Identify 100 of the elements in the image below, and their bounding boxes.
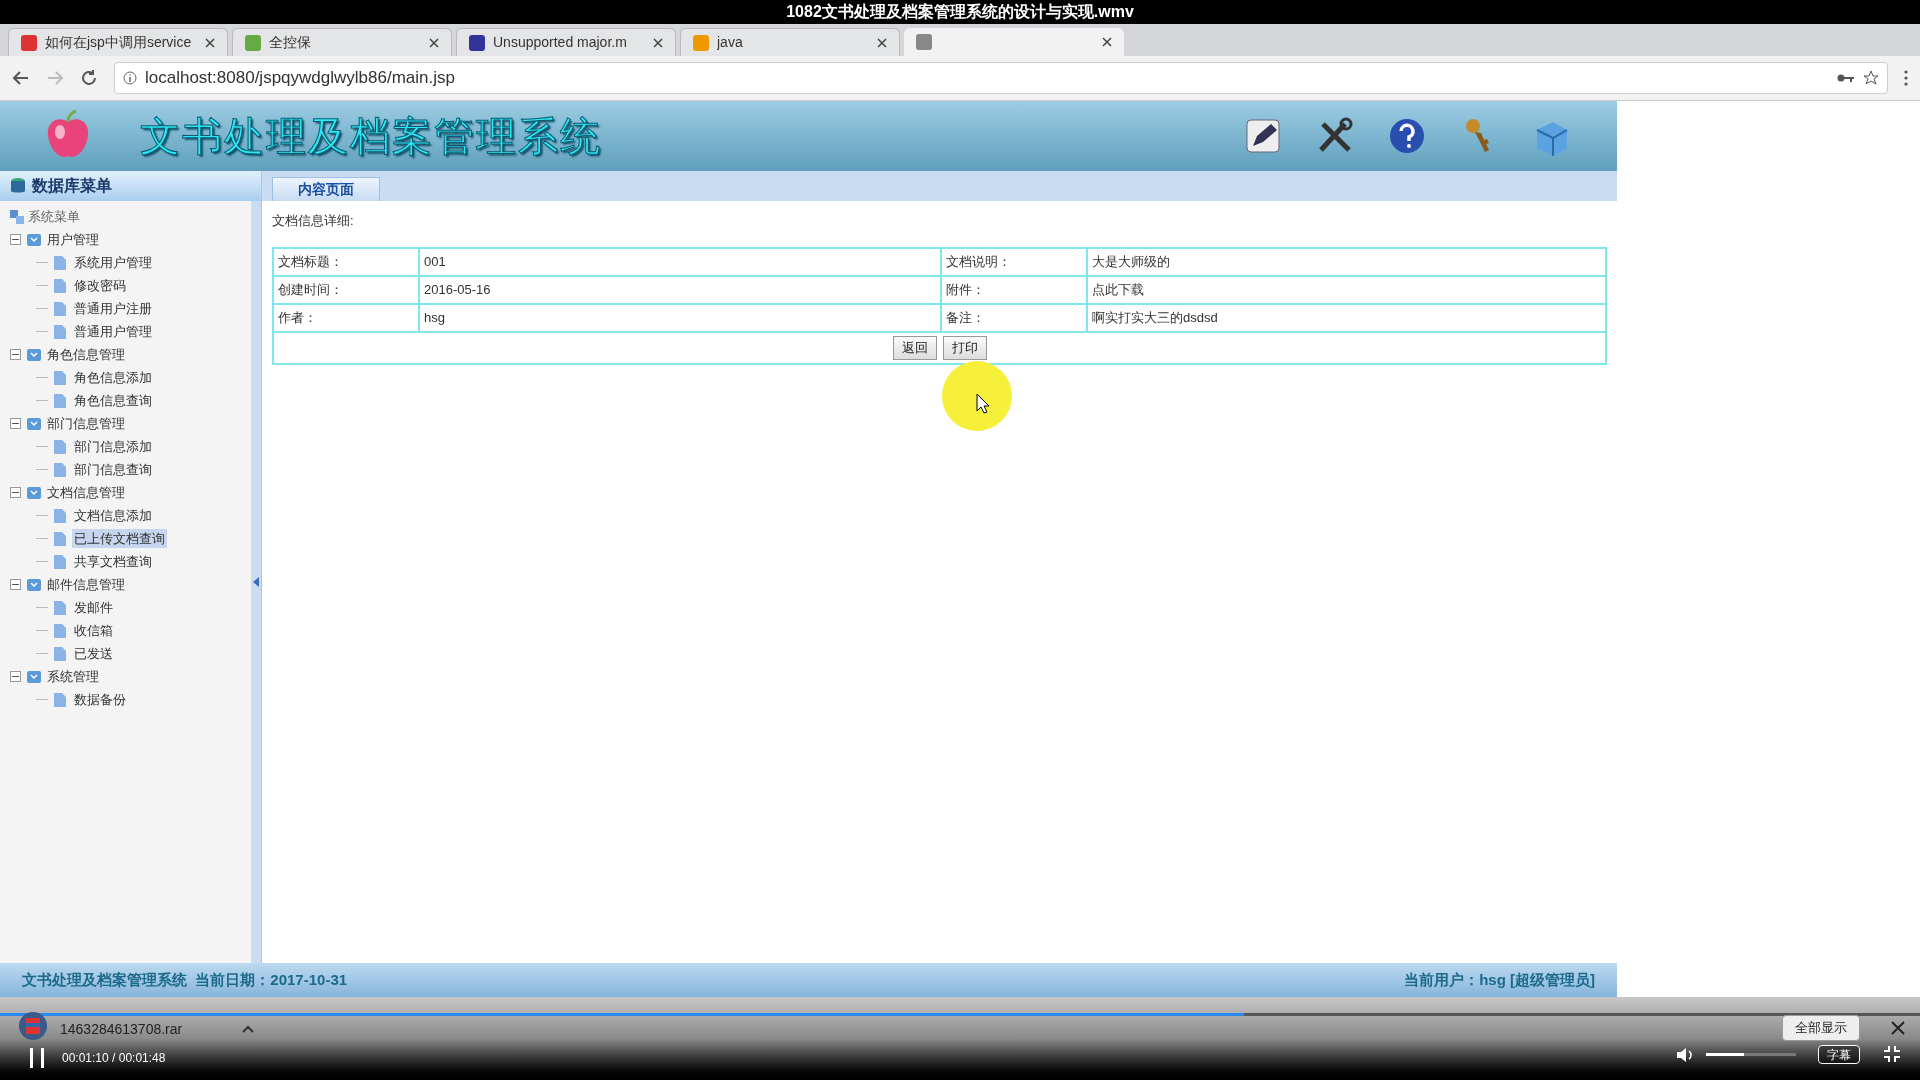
favicon-icon — [245, 34, 261, 51]
tree-item[interactable]: 收信箱 — [72, 620, 115, 641]
table-cell: 点此下载 — [1087, 275, 1606, 304]
star-icon[interactable] — [1863, 70, 1879, 86]
tree-item[interactable]: 已上传文档查询 — [72, 528, 167, 549]
edit-icon[interactable] — [1243, 116, 1283, 156]
page-icon — [54, 301, 66, 316]
tree-item[interactable]: 系统用户管理 — [72, 252, 154, 273]
tree-item[interactable]: 数据备份 — [72, 689, 128, 710]
url-text: localhost:8080/jspqywdglwylb86/main.jsp — [145, 67, 455, 90]
folder-icon — [27, 417, 41, 430]
tree-item[interactable]: 共享文档查询 — [72, 551, 154, 572]
page-icon — [54, 278, 66, 293]
close-icon[interactable] — [1891, 1021, 1905, 1035]
tree-item[interactable]: 部门信息查询 — [72, 459, 154, 480]
page-icon — [54, 692, 66, 707]
browser-tab[interactable]: 全控保 — [232, 28, 452, 56]
volume-icon[interactable] — [1676, 1047, 1694, 1063]
tree-item[interactable]: 普通用户管理 — [72, 321, 154, 342]
page-icon — [54, 646, 66, 661]
field-label: 备注： — [941, 303, 1087, 332]
close-icon[interactable] — [877, 37, 887, 48]
close-icon[interactable] — [1102, 37, 1112, 47]
folder-icon — [27, 348, 41, 361]
tab-title: java — [717, 33, 744, 52]
print-button[interactable]: 打印 — [942, 335, 987, 360]
tab-title: 全控保 — [269, 33, 312, 52]
page-icon — [54, 462, 66, 477]
page-icon — [54, 370, 66, 385]
exit-fullscreen-icon[interactable] — [1884, 1046, 1900, 1062]
help-icon[interactable] — [1387, 116, 1427, 156]
tree-group[interactable]: 角色信息管理 — [47, 344, 125, 365]
close-icon[interactable] — [205, 37, 215, 48]
tree-item[interactable]: 已发送 — [72, 643, 115, 664]
section-title: 文档信息详细: — [272, 212, 355, 230]
field-label: 文档标题： — [273, 247, 419, 276]
tab-title: Unsupported major.m — [493, 33, 628, 52]
page-icon — [54, 531, 66, 546]
current-user-text: 当前用户：hsg [超级管理员] — [1404, 969, 1595, 990]
collapse-icon[interactable] — [10, 234, 21, 245]
status-text: 文书处理及档案管理系统 当前日期：2017-10-31 — [22, 969, 348, 990]
chevron-up-icon[interactable] — [242, 1025, 254, 1033]
collapse-icon[interactable] — [10, 579, 21, 590]
field-label: 附件： — [941, 275, 1087, 304]
close-icon[interactable] — [429, 37, 439, 48]
page-icon — [54, 393, 66, 408]
table-cell: 001 — [419, 247, 941, 276]
tree-item[interactable]: 普通用户注册 — [72, 298, 154, 319]
key-icon[interactable] — [1837, 72, 1855, 84]
content-tab[interactable]: 内容页面 — [272, 177, 380, 201]
table-cell: 2016-05-16 — [419, 275, 941, 304]
field-label: 文档说明： — [941, 247, 1087, 276]
favicon-icon — [693, 34, 709, 51]
video-time: 00:01:10 / 00:01:48 — [62, 1050, 166, 1067]
tree-group[interactable]: 部门信息管理 — [47, 413, 125, 434]
collapse-icon[interactable] — [10, 671, 21, 682]
address-bar[interactable]: localhost:8080/jspqywdglwylb86/main.jsp — [114, 62, 1888, 94]
tree-item[interactable]: 系统菜单 — [28, 206, 80, 227]
favicon-icon — [21, 34, 37, 51]
folder-icon — [27, 486, 41, 499]
tree-item[interactable]: 文档信息添加 — [72, 505, 154, 526]
tree-group[interactable]: 文档信息管理 — [47, 482, 125, 503]
folder-tree-icon — [10, 209, 24, 224]
collapse-icon[interactable] — [10, 349, 21, 360]
app-title: 文书处理及档案管理系统 — [140, 112, 602, 161]
page-icon — [54, 255, 66, 270]
collapse-icon[interactable] — [10, 487, 21, 498]
collapse-icon[interactable] — [10, 418, 21, 429]
folder-icon — [27, 578, 41, 591]
close-icon[interactable] — [653, 37, 663, 48]
tree-group[interactable]: 用户管理 — [47, 229, 99, 250]
tree-item[interactable]: 角色信息添加 — [72, 367, 154, 388]
tree-group[interactable]: 系统管理 — [47, 666, 99, 687]
tree-item[interactable]: 部门信息添加 — [72, 436, 154, 457]
download-filename[interactable]: 1463284613708.rar — [60, 1019, 183, 1040]
table-cell: hsg — [419, 303, 941, 332]
favicon-icon — [916, 34, 932, 50]
page-icon — [54, 600, 66, 615]
collapse-arrow-icon[interactable] — [253, 577, 259, 587]
tree-group[interactable]: 邮件信息管理 — [47, 574, 125, 595]
show-all-button[interactable]: 全部显示 — [1782, 1015, 1860, 1041]
tree-item[interactable]: 角色信息查询 — [72, 390, 154, 411]
video-title: 1082文书处理及档案管理系统的设计与实现.wmv — [786, 2, 1134, 22]
back-icon[interactable] — [12, 69, 30, 87]
browser-tab[interactable]: Unsupported major.m — [456, 28, 676, 56]
reload-icon[interactable] — [80, 69, 98, 87]
pause-icon[interactable] — [30, 1048, 44, 1068]
menu-icon[interactable] — [1904, 70, 1908, 86]
table-cell: 大是大师级的 — [1087, 247, 1606, 276]
field-label: 创建时间： — [273, 275, 419, 304]
tree-item[interactable]: 发邮件 — [72, 597, 115, 618]
folder-icon — [27, 233, 41, 246]
browser-tab[interactable]: 如何在jsp中调用service — [8, 28, 228, 56]
favicon-icon — [469, 34, 485, 51]
tree-item[interactable]: 修改密码 — [72, 275, 128, 296]
page-icon — [54, 508, 66, 523]
page-icon — [54, 554, 66, 569]
subtitle-button[interactable]: 字幕 — [1818, 1045, 1860, 1064]
back-button[interactable]: 返回 — [892, 335, 937, 360]
browser-tab[interactable]: java — [680, 28, 900, 56]
